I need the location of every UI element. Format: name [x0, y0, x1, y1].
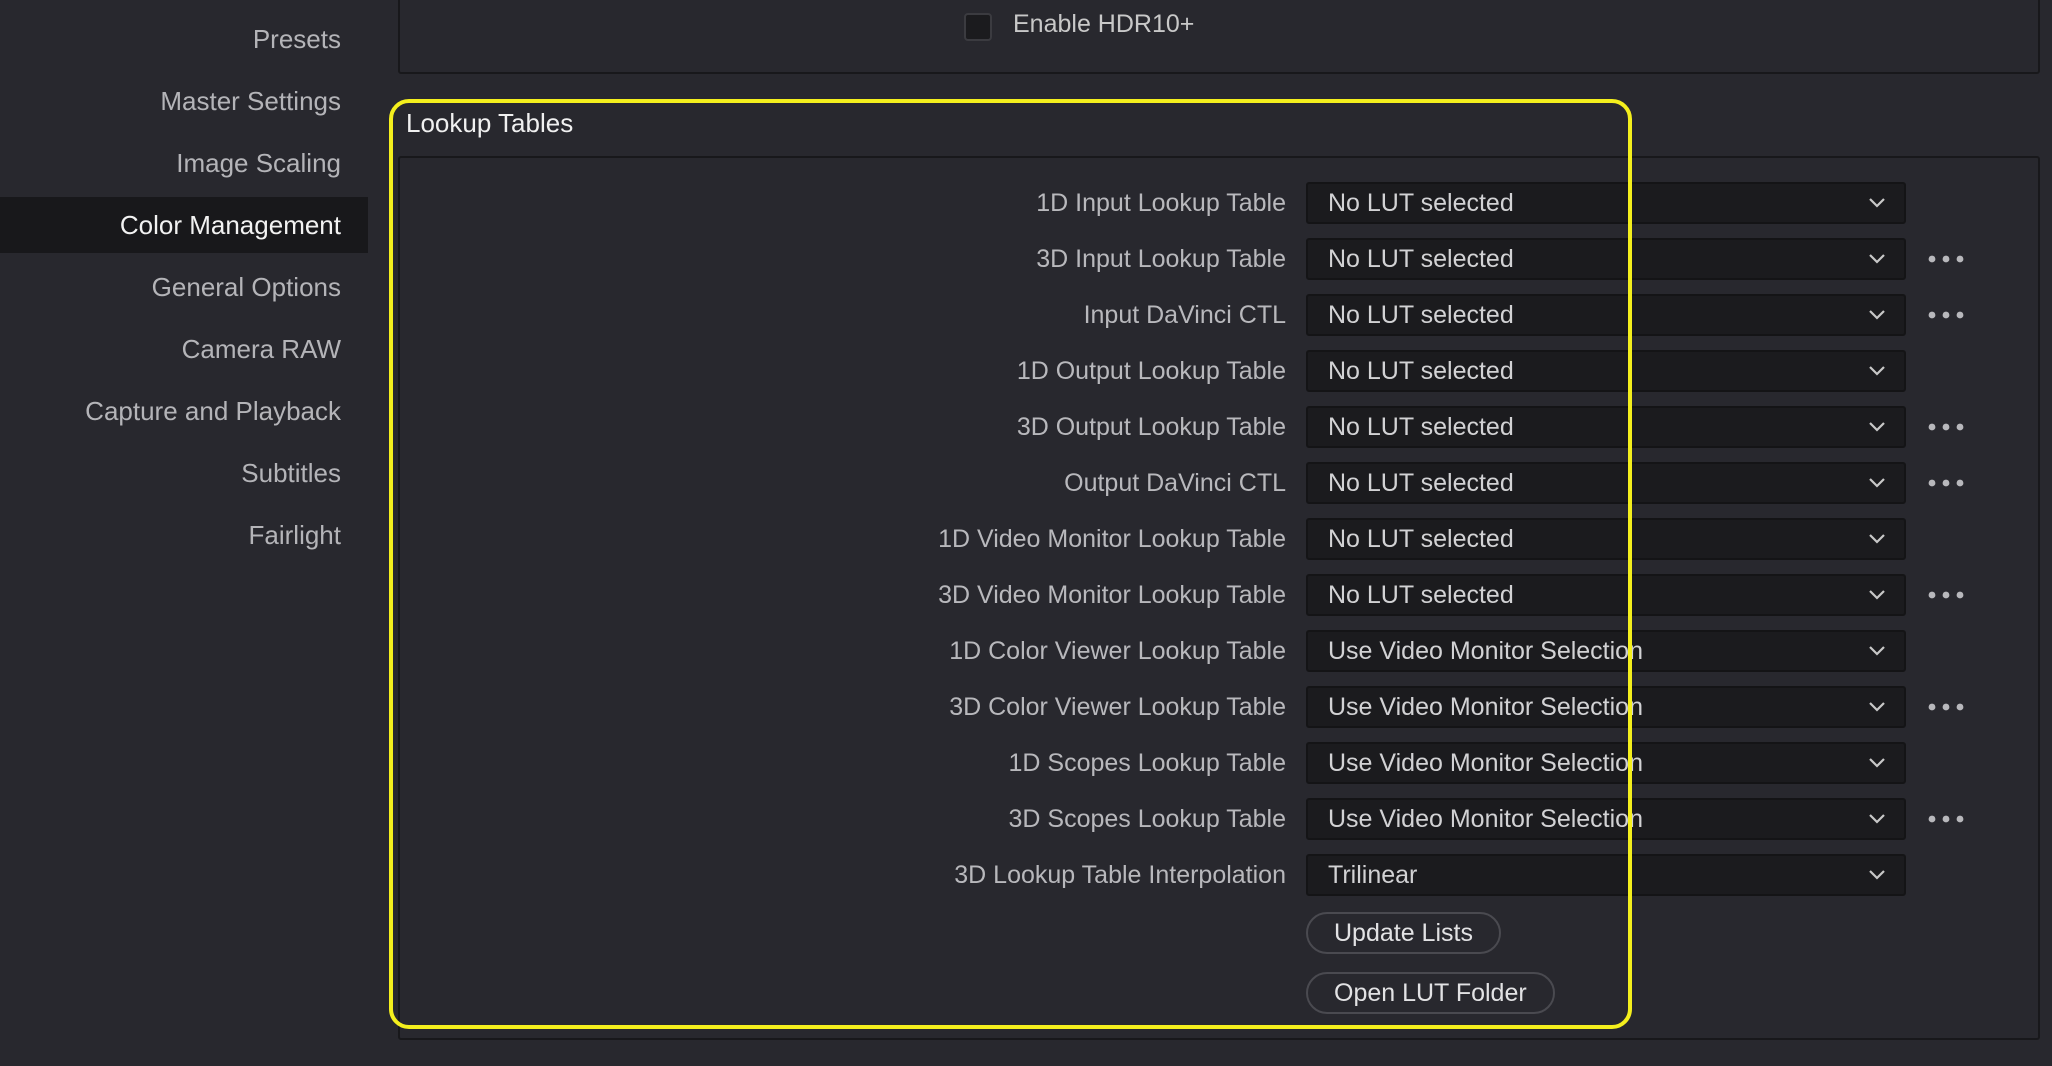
chevron-down-icon	[1869, 422, 1885, 432]
chevron-down-icon	[1869, 310, 1885, 320]
chevron-down-icon	[1869, 254, 1885, 264]
chevron-down-icon	[1869, 198, 1885, 208]
more-options-icon[interactable]	[1926, 574, 1966, 616]
lut-dropdown-1d-input[interactable]: No LUT selected	[1306, 182, 1906, 224]
lut-row-label: 3D Color Viewer Lookup Table	[949, 693, 1286, 721]
lut-row-label: 1D Output Lookup Table	[1016, 357, 1286, 385]
lut-dropdown-1d-output[interactable]: No LUT selected	[1306, 350, 1906, 392]
dropdown-value: No LUT selected	[1328, 301, 1514, 329]
open-lut-folder-button[interactable]: Open LUT Folder	[1306, 972, 1555, 1014]
dropdown-value: No LUT selected	[1328, 357, 1514, 385]
lut-row-label: 3D Video Monitor Lookup Table	[938, 581, 1286, 609]
sidebar-item-presets[interactable]: Presets	[0, 11, 368, 67]
lookup-tables-title: Lookup Tables	[406, 108, 574, 138]
lut-row: 1D Scopes Lookup Table Use Video Monitor…	[400, 742, 2042, 784]
enable-hdr10plus-label: Enable HDR10+	[1013, 10, 1195, 38]
lut-dropdown-3d-video-monitor[interactable]: No LUT selected	[1306, 574, 1906, 616]
lut-interpolation-dropdown[interactable]: Trilinear	[1306, 854, 1906, 896]
lut-dropdown-3d-output[interactable]: No LUT selected	[1306, 406, 1906, 448]
sidebar-item-general-options[interactable]: General Options	[0, 259, 368, 315]
chevron-down-icon	[1869, 870, 1885, 880]
sidebar-item-image-scaling[interactable]: Image Scaling	[0, 135, 368, 191]
lut-row: Input DaVinci CTL No LUT selected	[400, 294, 2042, 336]
sidebar-item-subtitles[interactable]: Subtitles	[0, 445, 368, 501]
sidebar-item-fairlight[interactable]: Fairlight	[0, 507, 368, 563]
chevron-down-icon	[1869, 758, 1885, 768]
dropdown-value: No LUT selected	[1328, 469, 1514, 497]
sidebar-item-capture-and-playback[interactable]: Capture and Playback	[0, 383, 368, 439]
lut-row: 3D Input Lookup Table No LUT selected	[400, 238, 2042, 280]
lut-dropdown-3d-input[interactable]: No LUT selected	[1306, 238, 1906, 280]
lut-row: 1D Output Lookup Table No LUT selected	[400, 350, 2042, 392]
more-options-icon[interactable]	[1926, 238, 1966, 280]
dropdown-value: Use Video Monitor Selection	[1328, 805, 1643, 833]
dropdown-value: Use Video Monitor Selection	[1328, 749, 1643, 777]
lut-dropdown-output-davinci-ctl[interactable]: No LUT selected	[1306, 462, 1906, 504]
more-options-icon[interactable]	[1926, 294, 1966, 336]
chevron-down-icon	[1869, 646, 1885, 656]
chevron-down-icon	[1869, 478, 1885, 488]
lut-row-label: 1D Color Viewer Lookup Table	[949, 637, 1286, 665]
sidebar: Presets Master Settings Image Scaling Co…	[0, 0, 368, 1066]
lut-row: 3D Output Lookup Table No LUT selected	[400, 406, 2042, 448]
chevron-down-icon	[1869, 590, 1885, 600]
lut-row: 1D Color Viewer Lookup Table Use Video M…	[400, 630, 2042, 672]
dropdown-value: No LUT selected	[1328, 189, 1514, 217]
dropdown-value: No LUT selected	[1328, 245, 1514, 273]
lut-row-label: Input DaVinci CTL	[1083, 301, 1286, 329]
lut-row: Output DaVinci CTL No LUT selected	[400, 462, 2042, 504]
lut-row-label: 1D Scopes Lookup Table	[1008, 749, 1286, 777]
lut-row-label: 3D Scopes Lookup Table	[1008, 805, 1286, 833]
lut-row-label: Output DaVinci CTL	[1064, 469, 1286, 497]
lut-dropdown-1d-scopes[interactable]: Use Video Monitor Selection	[1306, 742, 1906, 784]
lut-dropdown-input-davinci-ctl[interactable]: No LUT selected	[1306, 294, 1906, 336]
chevron-down-icon	[1869, 366, 1885, 376]
lut-dropdown-1d-video-monitor[interactable]: No LUT selected	[1306, 518, 1906, 560]
more-options-icon[interactable]	[1926, 798, 1966, 840]
lut-row-label: 3D Output Lookup Table	[1016, 413, 1286, 441]
chevron-down-icon	[1869, 814, 1885, 824]
lut-row: 3D Lookup Table Interpolation Trilinear	[400, 854, 2042, 896]
sidebar-item-color-management[interactable]: Color Management	[0, 197, 368, 253]
dropdown-value: Use Video Monitor Selection	[1328, 693, 1643, 721]
lookup-tables-panel: 1D Input Lookup Table No LUT selected 3D…	[398, 156, 2040, 1040]
lut-dropdown-3d-scopes[interactable]: Use Video Monitor Selection	[1306, 798, 1906, 840]
lut-row-label: 3D Lookup Table Interpolation	[954, 861, 1286, 889]
dropdown-value: No LUT selected	[1328, 525, 1514, 553]
lut-dropdown-3d-color-viewer[interactable]: Use Video Monitor Selection	[1306, 686, 1906, 728]
lut-row: 3D Scopes Lookup Table Use Video Monitor…	[400, 798, 2042, 840]
dropdown-value: No LUT selected	[1328, 413, 1514, 441]
lut-row: 3D Color Viewer Lookup Table Use Video M…	[400, 686, 2042, 728]
chevron-down-icon	[1869, 702, 1885, 712]
dropdown-value: Use Video Monitor Selection	[1328, 637, 1643, 665]
lut-row: 1D Video Monitor Lookup Table No LUT sel…	[400, 518, 2042, 560]
more-options-icon[interactable]	[1926, 686, 1966, 728]
more-options-icon[interactable]	[1926, 462, 1966, 504]
enable-hdr10plus-checkbox[interactable]	[964, 13, 992, 41]
chevron-down-icon	[1869, 534, 1885, 544]
dropdown-value: No LUT selected	[1328, 581, 1514, 609]
lut-row-label: 1D Input Lookup Table	[1036, 189, 1286, 217]
sidebar-item-camera-raw[interactable]: Camera RAW	[0, 321, 368, 377]
lut-row: 3D Video Monitor Lookup Table No LUT sel…	[400, 574, 2042, 616]
lut-row-label: 3D Input Lookup Table	[1036, 245, 1286, 273]
dropdown-value: Trilinear	[1328, 861, 1418, 889]
hdr-settings-panel: Enable HDR10+	[398, 0, 2040, 74]
lut-row: 1D Input Lookup Table No LUT selected	[400, 182, 2042, 224]
lut-row-label: 1D Video Monitor Lookup Table	[938, 525, 1286, 553]
lut-dropdown-1d-color-viewer[interactable]: Use Video Monitor Selection	[1306, 630, 1906, 672]
sidebar-item-master-settings[interactable]: Master Settings	[0, 73, 368, 129]
more-options-icon[interactable]	[1926, 406, 1966, 448]
preferences-window: Presets Master Settings Image Scaling Co…	[0, 0, 2052, 1066]
update-lists-button[interactable]: Update Lists	[1306, 912, 1501, 954]
